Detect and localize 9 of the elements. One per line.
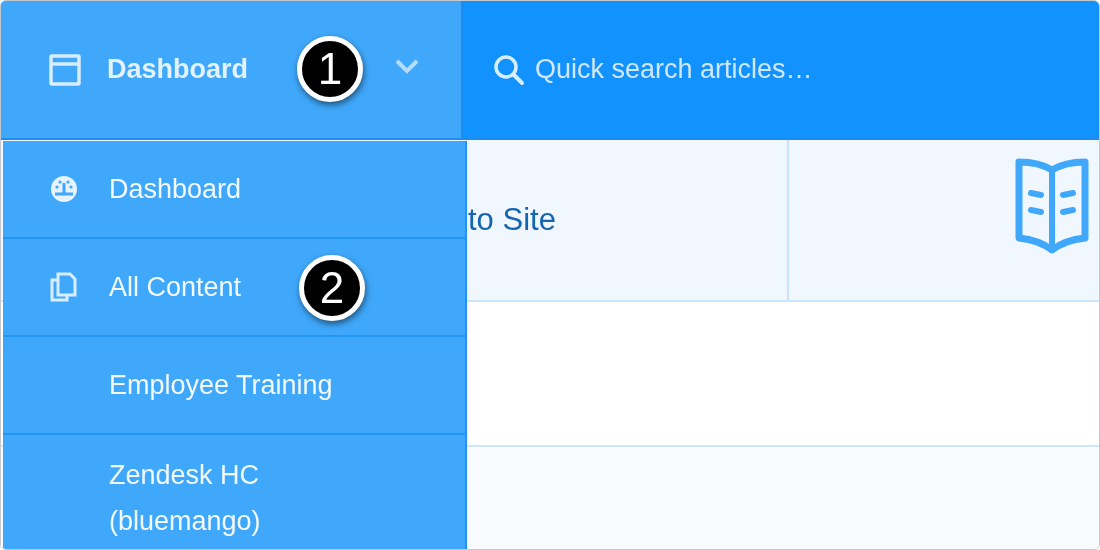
window-icon — [49, 53, 81, 86]
callout-marker: 2 — [299, 255, 365, 321]
search-icon — [493, 53, 525, 86]
gauge-icon — [49, 174, 79, 204]
search-field[interactable]: Quick search articles… — [533, 53, 1017, 86]
menu-item[interactable]: All Content 2 — [3, 239, 465, 337]
callout-marker: 1 — [297, 36, 363, 102]
menu-button[interactable]: Dashboard 1 — [1, 1, 463, 138]
pages-icon — [49, 272, 77, 302]
